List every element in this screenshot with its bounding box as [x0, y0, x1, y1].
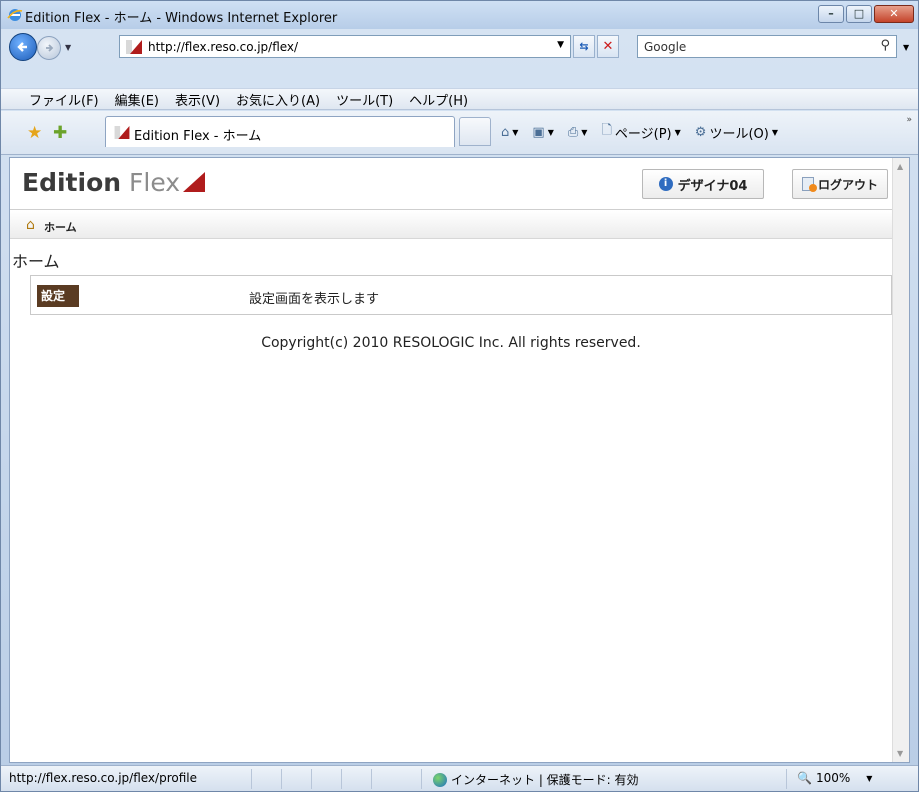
- security-zone[interactable]: インターネット | 保護モード: 有効: [433, 771, 639, 788]
- address-url[interactable]: http://flex.reso.co.jp/flex/: [148, 40, 298, 54]
- print-button[interactable]: ⎙ ▼: [568, 125, 588, 140]
- home-breadcrumb-icon[interactable]: ⌂: [26, 217, 35, 233]
- user-label: デザイナ04: [677, 178, 748, 194]
- settings-button[interactable]: 設定: [37, 285, 79, 307]
- app-header: Edition Flex i デザイナ04 ログアウト: [10, 158, 892, 210]
- zoom-dropdown-icon[interactable]: ▼: [866, 774, 872, 783]
- forward-arrow-icon: [46, 44, 54, 52]
- status-separator: [281, 769, 282, 789]
- edition-flex-logo: Edition Flex: [22, 168, 180, 197]
- page-icon: 🗋: [601, 123, 612, 138]
- logout-icon: [801, 177, 817, 192]
- tools-menu-button[interactable]: ⚙ ツール(O) ▼: [695, 123, 778, 142]
- settings-description: 設定画面を表示します: [249, 292, 380, 307]
- scroll-down-icon[interactable]: ▼: [897, 749, 903, 758]
- status-separator: [421, 769, 422, 789]
- address-bar[interactable]: http://flex.reso.co.jp/flex/ ▼: [119, 35, 571, 58]
- page-menu-label: ページ(P): [614, 126, 672, 142]
- zoom-level: 100%: [815, 771, 851, 785]
- command-bar: ⌂ ▼ ▣ ▼ ⎙ ▼ 🗋 ページ(P) ▼ ⚙ ツール(O) ▼: [501, 121, 778, 143]
- close-button[interactable]: ✕: [874, 5, 914, 23]
- logo-text-bold: Edition: [22, 168, 122, 197]
- page-menu-button[interactable]: 🗋 ページ(P) ▼: [601, 121, 680, 143]
- rss-icon: ▣: [532, 124, 545, 140]
- close-icon: ✕: [889, 7, 899, 20]
- browser-window: Edition Flex - ホーム - Windows Internet Ex…: [0, 0, 919, 792]
- status-separator: [311, 769, 312, 789]
- search-input[interactable]: Google: [644, 40, 686, 54]
- settings-row: 設定 設定画面を表示します: [30, 275, 892, 315]
- active-tab[interactable]: Edition Flex - ホーム: [105, 116, 455, 147]
- menu-bar: ファイル(F) 編集(E) 表示(V) お気に入り(A) ツール(T) ヘルプ(…: [1, 88, 918, 110]
- status-url: http://flex.reso.co.jp/flex/profile: [9, 771, 197, 785]
- internet-globe-icon: [433, 772, 447, 787]
- breadcrumb-home[interactable]: ホーム: [44, 219, 77, 235]
- status-separator: [371, 769, 372, 789]
- navigation-bar: ▼ http://flex.reso.co.jp/flex/ ▼ ⇆ ✕ Goo…: [1, 30, 918, 88]
- breadcrumb: ⌂ ホーム: [10, 211, 892, 239]
- refresh-icon: ⇆: [579, 40, 589, 53]
- refresh-button[interactable]: ⇆: [573, 35, 595, 58]
- gear-icon: ⚙: [694, 124, 707, 140]
- zoom-control[interactable]: 🔍 100% ▼: [797, 771, 872, 785]
- maximize-button[interactable]: □: [846, 5, 872, 23]
- zone-label: インターネット | 保護モード: 有効: [451, 773, 639, 787]
- add-favorites-icon[interactable]: ✚: [53, 123, 67, 143]
- logo-text-light: Flex: [121, 168, 181, 197]
- status-bar: http://flex.reso.co.jp/flex/profile インター…: [1, 765, 918, 791]
- ie-logo-icon: [7, 9, 23, 21]
- minimize-icon: –: [828, 7, 834, 20]
- menu-favorites[interactable]: お気に入り(A): [236, 90, 320, 109]
- maximize-icon: □: [853, 7, 865, 20]
- site-favicon-icon: [126, 40, 142, 54]
- copyright-text: Copyright(c) 2010 RESOLOGIC Inc. All rig…: [261, 335, 641, 351]
- new-tab-button[interactable]: [459, 117, 491, 146]
- menu-view[interactable]: 表示(V): [175, 90, 220, 109]
- minimize-button[interactable]: –: [818, 5, 844, 23]
- favorites-star-icon[interactable]: ★: [27, 123, 42, 143]
- logo-triangle-icon: [183, 172, 205, 192]
- vertical-scrollbar[interactable]: ▲ ▼: [892, 158, 909, 762]
- stop-icon: ✕: [602, 39, 614, 54]
- info-icon: i: [658, 177, 673, 191]
- title-bar: Edition Flex - ホーム - Windows Internet Ex…: [1, 1, 918, 29]
- printer-icon: ⎙: [567, 124, 579, 140]
- menu-file[interactable]: ファイル(F): [29, 90, 99, 109]
- forward-button[interactable]: [37, 36, 61, 60]
- menu-tools[interactable]: ツール(T): [336, 90, 393, 109]
- status-separator: [786, 769, 787, 789]
- back-arrow-icon: [17, 42, 27, 52]
- tools-menu-label: ツール(O): [709, 126, 769, 142]
- back-button[interactable]: [9, 33, 37, 61]
- search-icon[interactable]: ⚲: [880, 38, 890, 53]
- menu-help[interactable]: ヘルプ(H): [409, 90, 468, 109]
- logout-button[interactable]: ログアウト: [792, 169, 888, 199]
- more-chevron-icon[interactable]: »: [906, 115, 912, 125]
- home-button[interactable]: ⌂ ▼: [501, 125, 518, 140]
- stop-button[interactable]: ✕: [597, 35, 619, 58]
- menu-edit[interactable]: 編集(E): [115, 90, 159, 109]
- logout-label: ログアウト: [817, 177, 878, 192]
- history-dropdown-icon[interactable]: ▼: [65, 43, 71, 52]
- window-title: Edition Flex - ホーム - Windows Internet Ex…: [25, 11, 338, 26]
- page-viewport: Edition Flex i デザイナ04 ログアウト ⌂ ホーム ホーム 設定…: [9, 157, 910, 763]
- address-dropdown-icon[interactable]: ▼: [557, 40, 564, 50]
- feeds-button[interactable]: ▣ ▼: [532, 125, 553, 140]
- scroll-up-icon[interactable]: ▲: [897, 162, 903, 171]
- status-separator: [251, 769, 252, 789]
- search-box[interactable]: Google ⚲: [637, 35, 897, 58]
- home-icon: ⌂: [501, 124, 510, 140]
- search-dropdown-icon[interactable]: ▼: [903, 43, 909, 52]
- page-title: ホーム: [12, 252, 60, 271]
- status-separator: [341, 769, 342, 789]
- tab-favicon-icon: [114, 126, 130, 139]
- tab-bar: ★ ✚ Edition Flex - ホーム ⌂ ▼ ▣ ▼ ⎙ ▼ 🗋 ページ(P) ▼…: [1, 111, 918, 155]
- zoom-icon: 🔍: [797, 771, 812, 785]
- user-button[interactable]: i デザイナ04: [642, 169, 764, 199]
- tab-title: Edition Flex - ホーム: [134, 129, 262, 144]
